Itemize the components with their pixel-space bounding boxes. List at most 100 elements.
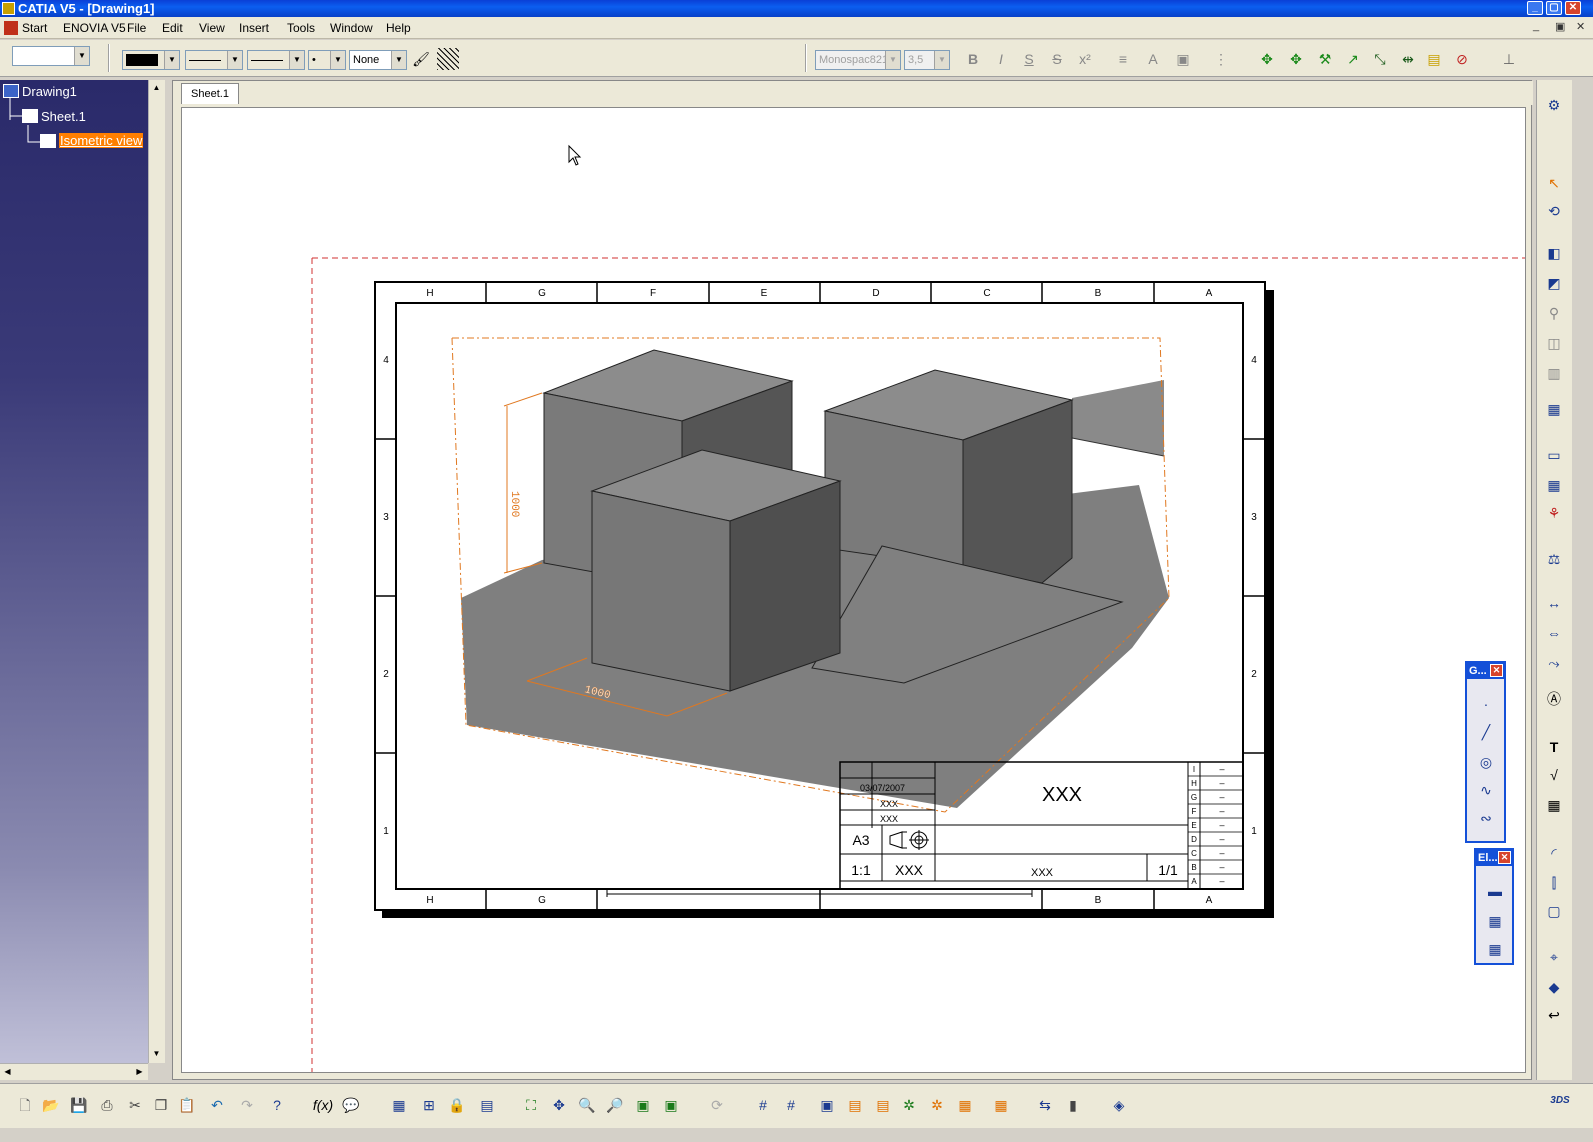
scroll-thumb[interactable] <box>150 98 164 1046</box>
scale-icon[interactable]: ⊥ <box>1498 48 1520 70</box>
leader-icon[interactable]: ↗ <box>1342 48 1364 70</box>
tree-node-isometric-view[interactable]: Isometric view <box>59 133 144 148</box>
tree-node-drawing1[interactable]: Drawing1 <box>22 84 77 99</box>
filter-icon[interactable]: ▤ <box>872 1094 894 1116</box>
dress-up-icon[interactable]: ⚘ <box>1543 502 1565 524</box>
menu-insert[interactable]: Insert <box>239 21 269 35</box>
strikethrough-icon[interactable]: S <box>1046 48 1068 70</box>
tree-horizontal-scrollbar[interactable]: ◀ ▶ <box>0 1063 148 1080</box>
cosmetic-icon[interactable]: ▤ <box>844 1094 866 1116</box>
tree-node-sheet1[interactable]: Sheet.1 <box>41 109 86 124</box>
tree-vertical-scrollbar[interactable]: ▲ ▼ <box>148 80 165 1063</box>
snap-grid-icon[interactable]: # <box>780 1094 802 1116</box>
detail-view-icon[interactable]: ⚲ <box>1543 302 1565 324</box>
scroll-left-icon[interactable]: ◀ <box>0 1064 15 1079</box>
brush-icon[interactable]: 🖌 <box>410 48 432 70</box>
italic-icon[interactable]: I <box>990 48 1012 70</box>
scroll-up-icon[interactable]: ▲ <box>149 80 164 95</box>
text-frame-icon[interactable]: A <box>1142 48 1164 70</box>
pattern-combo[interactable]: None ▼ <box>349 50 407 70</box>
elements-palette[interactable]: El... ✕ ▬ ▦ ▦ <box>1474 848 1514 965</box>
minimize-button[interactable]: _ <box>1527 1 1543 15</box>
undo-icon[interactable]: ↶ <box>206 1094 228 1116</box>
geometry-palette[interactable]: G... ✕ · ╱ ◎ ∿ ∾ <box>1465 661 1506 843</box>
comment-icon[interactable]: 💬 <box>340 1094 362 1116</box>
move-icon[interactable]: ✥ <box>1256 48 1278 70</box>
tree-icon[interactable]: ⊞ <box>418 1094 440 1116</box>
line-style-icon[interactable]: ▬ <box>1484 880 1506 902</box>
cut-icon[interactable]: ✂ <box>124 1094 146 1116</box>
catia-app-icon[interactable] <box>2 2 15 15</box>
superscript-icon[interactable]: x² <box>1074 48 1096 70</box>
dimension-tool-icon[interactable]: ⚒ <box>1314 48 1336 70</box>
close-icon[interactable]: ✕ <box>1498 851 1511 864</box>
circle-icon[interactable]: ◎ <box>1475 751 1497 773</box>
offset-icon[interactable]: ▢ <box>1543 900 1565 922</box>
doc-close-button[interactable]: ✕ <box>1576 20 1585 33</box>
normal-view-icon[interactable]: ▣ <box>660 1094 682 1116</box>
drawing-icon[interactable] <box>3 84 19 98</box>
tab-sheet1[interactable]: Sheet.1 <box>181 83 239 104</box>
scroll-right-icon[interactable]: ▶ <box>132 1064 147 1079</box>
scroll-down-icon[interactable]: ▼ <box>149 1046 164 1061</box>
justify-icon[interactable]: ≡ <box>1112 48 1134 70</box>
menu-view[interactable]: View <box>199 21 225 35</box>
save-icon[interactable]: 💾 <box>68 1094 90 1116</box>
drawing-svg[interactable]: H G F E D C B A H G B A 4 3 2 1 4 3 2 1 <box>182 108 1526 1073</box>
align-icon[interactable]: ⇹ <box>1397 48 1419 70</box>
thickness-combo[interactable]: ▼ <box>247 50 305 70</box>
copy-icon[interactable]: ❐ <box>150 1094 172 1116</box>
menu-help[interactable]: Help <box>386 21 411 35</box>
whats-this-icon[interactable]: ? <box>266 1094 288 1116</box>
dimension-icon[interactable]: ↔ <box>1543 592 1565 614</box>
pan-icon[interactable]: ✥ <box>548 1094 570 1116</box>
menu-enovia[interactable]: ENOVIA V5 <box>63 21 126 35</box>
refresh-view-icon[interactable]: ▦ <box>1484 938 1506 960</box>
fit-all-icon[interactable]: ⛶ <box>520 1094 542 1116</box>
analysis-icon[interactable]: ▤ <box>476 1094 498 1116</box>
formula-icon[interactable]: f(x) <box>312 1094 334 1116</box>
menu-start[interactable]: Start <box>22 21 47 35</box>
hatch-icon[interactable] <box>437 48 459 70</box>
profile-icon[interactable]: ∿ <box>1475 779 1497 801</box>
menu-window[interactable]: Window <box>330 21 373 35</box>
detail-sheet-icon[interactable]: ▦ <box>1543 474 1565 496</box>
wizard-icon[interactable]: ▦ <box>1543 398 1565 420</box>
close-icon[interactable]: ✕ <box>1490 664 1503 677</box>
insert-symbol-icon[interactable]: ⋮ <box>1210 48 1232 70</box>
generate-dimensions-icon[interactable]: ⚖ <box>1543 548 1565 570</box>
lock-icon[interactable]: 🔒 <box>446 1094 468 1116</box>
axis-icon[interactable]: ⌖ <box>1543 946 1565 968</box>
color-combo[interactable]: ▼ <box>122 50 180 70</box>
3d-link-icon[interactable]: ◈ <box>1108 1094 1130 1116</box>
menu-edit[interactable]: Edit <box>162 21 183 35</box>
zoom-out-icon[interactable]: 🔎 <box>604 1094 626 1116</box>
zoom-in-icon[interactable]: 🔍 <box>576 1094 598 1116</box>
frame-icon[interactable]: ▣ <box>1172 48 1194 70</box>
zoom-area-icon[interactable]: ▣ <box>632 1094 654 1116</box>
tolerance-icon[interactable]: ⤳ <box>1543 652 1565 674</box>
line-icon[interactable]: ╱ <box>1475 721 1497 743</box>
spline-icon[interactable]: ∾ <box>1475 807 1497 829</box>
table-icon[interactable]: ▦ <box>1543 794 1565 816</box>
text-icon[interactable]: T <box>1543 736 1565 758</box>
dimension-vertical[interactable]: 1000 <box>508 491 520 517</box>
new-sheet-icon[interactable]: ▭ <box>1543 444 1565 466</box>
arrow-icon[interactable]: ↩ <box>1543 1004 1565 1026</box>
point-icon[interactable]: · <box>1475 693 1497 715</box>
font-combo[interactable]: Monospac821 ▼ <box>815 50 901 70</box>
extension-icon[interactable]: ⤡ <box>1369 48 1391 70</box>
bold-icon[interactable]: B <box>962 48 984 70</box>
sheet-icon[interactable] <box>22 109 38 123</box>
dimension-system-icon[interactable]: ▦ <box>990 1094 1012 1116</box>
constraint-icon[interactable]: ▦ <box>954 1094 976 1116</box>
swap-icon[interactable]: ⇆ <box>1034 1094 1056 1116</box>
symmetry-icon[interactable]: ⫿ <box>1543 872 1565 894</box>
refresh-icon[interactable]: ⟳ <box>706 1094 728 1116</box>
open-icon[interactable]: 📂 <box>40 1094 62 1116</box>
restore-button[interactable]: ▢ <box>1546 1 1562 15</box>
menu-file[interactable]: File <box>127 21 146 35</box>
view-icon[interactable] <box>40 134 56 148</box>
select-arrow-icon[interactable]: ↖ <box>1543 172 1565 194</box>
highlight-icon[interactable]: ✲ <box>926 1094 948 1116</box>
